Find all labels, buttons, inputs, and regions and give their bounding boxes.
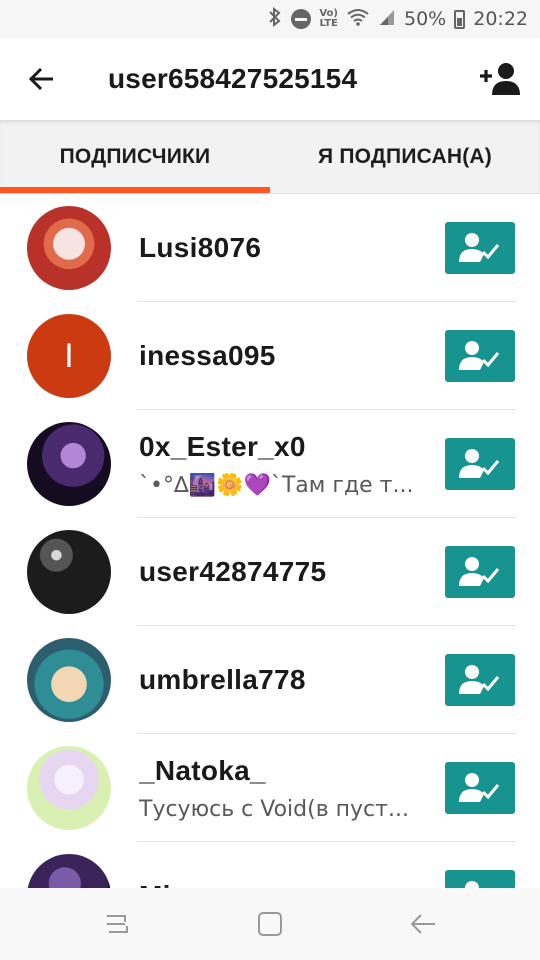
follow-button[interactable] xyxy=(445,546,515,598)
list-item[interactable]: user42874775 xyxy=(0,518,540,626)
user-check-icon xyxy=(459,449,500,478)
tab-following[interactable]: Я ПОДПИСАН(А) xyxy=(270,120,540,193)
list-item[interactable]: umbrella778 xyxy=(0,626,540,734)
username: Lusi8076 xyxy=(139,232,262,263)
battery-icon xyxy=(454,9,466,29)
follow-button[interactable] xyxy=(445,870,515,888)
user-check-icon xyxy=(465,881,479,888)
followers-list: Lusi8076 I inessa095 0x_Ester_x0 `•°∆🌆🌼💜… xyxy=(0,194,540,888)
list-item[interactable]: 0x_Ester_x0 `•°∆🌆🌼💜`Там где т... xyxy=(0,410,540,518)
avatar[interactable] xyxy=(27,638,111,722)
list-item[interactable]: Lusi8076 xyxy=(0,194,540,302)
username: Mi... xyxy=(139,880,445,888)
avatar[interactable]: I xyxy=(27,314,111,398)
page-title: user658427525154 xyxy=(108,63,358,94)
volte-icon: Vo) LTE xyxy=(319,9,338,29)
follow-button[interactable] xyxy=(445,222,515,274)
avatar[interactable] xyxy=(27,206,111,290)
list-item[interactable]: Mi... xyxy=(0,842,540,888)
user-check-icon xyxy=(459,341,500,370)
recent-apps-icon xyxy=(106,915,128,933)
tab-followers-label: ПОДПИСЧИКИ xyxy=(59,144,211,168)
back-icon xyxy=(410,914,436,934)
signal-icon xyxy=(378,7,396,32)
home-button[interactable] xyxy=(235,894,305,954)
list-item[interactable]: _Natoka_ Тусуюсь с Void(в пуст... xyxy=(0,734,540,842)
avatar[interactable] xyxy=(27,530,111,614)
follow-button[interactable] xyxy=(445,762,515,814)
avatar[interactable] xyxy=(27,746,111,830)
list-item[interactable]: I inessa095 xyxy=(0,302,540,410)
user-bio: Тусуюсь с Void(в пуст... xyxy=(139,796,409,822)
avatar[interactable] xyxy=(27,422,111,506)
user-check-icon xyxy=(459,665,500,694)
do-not-disturb-icon xyxy=(291,9,312,29)
username: user42874775 xyxy=(139,556,327,587)
username: umbrella778 xyxy=(139,664,306,695)
lte-label: LTE xyxy=(319,18,338,29)
app-bar: user658427525154 xyxy=(0,38,540,120)
back-button[interactable] xyxy=(0,38,84,120)
tab-following-label: Я ПОДПИСАН(А) xyxy=(318,144,492,168)
user-check-icon xyxy=(459,557,500,586)
wifi-icon xyxy=(346,7,370,32)
tab-followers[interactable]: ПОДПИСЧИКИ xyxy=(0,120,270,193)
system-back-button[interactable] xyxy=(388,894,458,954)
clock-time: 20:22 xyxy=(473,8,528,30)
username: inessa095 xyxy=(139,340,276,371)
follow-button[interactable] xyxy=(445,330,515,382)
avatar[interactable] xyxy=(27,854,111,888)
bluetooth-icon xyxy=(267,6,283,32)
home-icon xyxy=(257,912,282,936)
follow-button[interactable] xyxy=(445,654,515,706)
user-bio: `•°∆🌆🌼💜`Там где т... xyxy=(139,472,414,498)
add-user-button[interactable] xyxy=(460,38,540,120)
user-check-icon xyxy=(459,773,500,802)
user-check-icon xyxy=(459,233,500,262)
username: _Natoka_ xyxy=(139,754,266,786)
battery-percentage: 50% xyxy=(404,8,447,30)
back-arrow-icon xyxy=(28,67,53,91)
avatar-letter: I xyxy=(64,336,74,375)
follow-button[interactable] xyxy=(445,438,515,490)
tab-bar: ПОДПИСЧИКИ Я ПОДПИСАН(А) xyxy=(0,120,540,194)
username: 0x_Ester_x0 xyxy=(139,430,306,462)
status-bar: Vo) LTE 50% 20:22 xyxy=(0,0,540,38)
add-user-icon xyxy=(480,63,520,95)
system-nav-bar xyxy=(0,888,540,960)
recent-apps-button[interactable] xyxy=(82,894,152,954)
